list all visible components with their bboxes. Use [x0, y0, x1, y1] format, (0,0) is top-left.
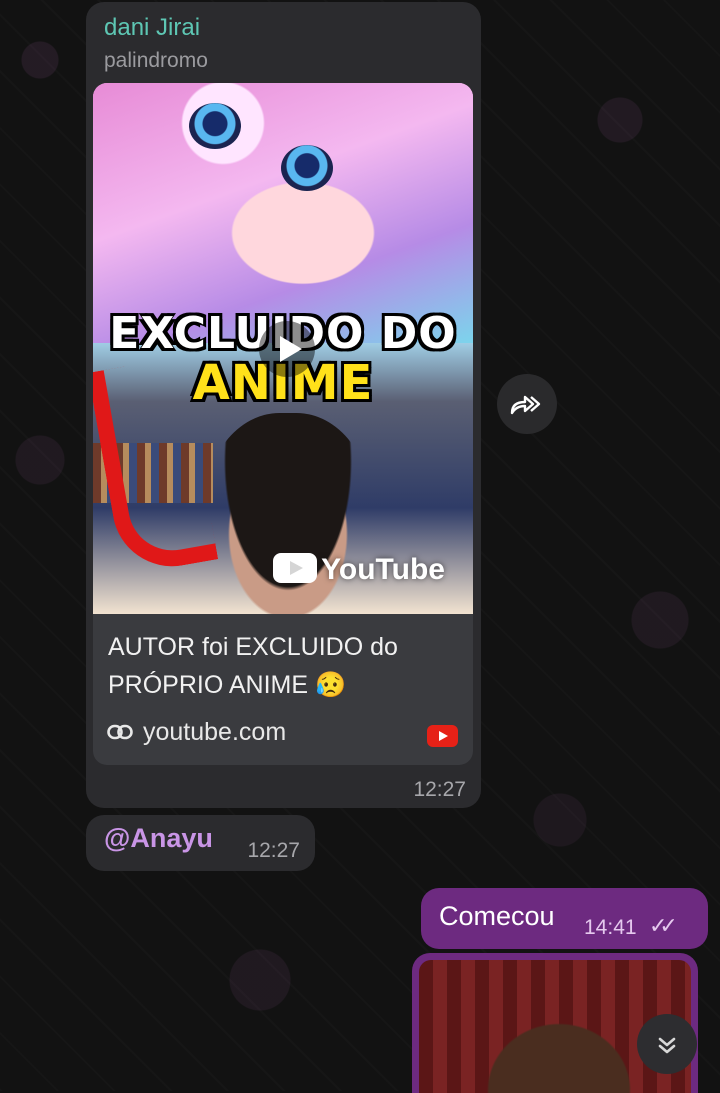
mention-message-bubble[interactable]: @Anayu 12:27	[86, 815, 315, 871]
forward-icon-svg	[510, 395, 541, 415]
sender-name[interactable]: dani Jirai	[104, 14, 200, 42]
link-title[interactable]: AUTOR foi EXCLUIDO do PRÓPRIO ANIME 😥	[108, 628, 448, 704]
scroll-down-button[interactable]	[637, 1014, 697, 1074]
message-text: Comecou	[439, 901, 555, 931]
message-time: 12:27	[247, 839, 300, 862]
video-thumbnail[interactable]: EXCLUIDO DO ANIME YouTube	[93, 83, 473, 614]
youtube-watermark-text: YouTube	[321, 553, 445, 586]
double-check-icon: ✓✓	[649, 913, 678, 938]
message-text: palindromo	[104, 49, 208, 72]
link-message-bubble[interactable]: dani Jirai palindromo EXCLUIDO DO ANIME …	[86, 2, 481, 808]
forward-icon	[509, 387, 545, 420]
outgoing-message-bubble[interactable]: Comecou 14:41 ✓✓	[421, 888, 708, 949]
message-time: 14:41	[584, 916, 637, 939]
thumbnail-art-eye	[281, 145, 333, 191]
link-icon-svg	[107, 724, 133, 740]
youtube-icon	[427, 725, 458, 747]
thumbnail-art	[93, 83, 473, 343]
link-domain-row[interactable]: youtube.com	[107, 718, 286, 747]
youtube-icon	[273, 553, 318, 583]
link-preview-card[interactable]: EXCLUIDO DO ANIME YouTube AUTOR foi EXCL…	[93, 83, 473, 765]
chevron-double-down-svg	[658, 1037, 676, 1054]
mention-link[interactable]: @Anayu	[104, 823, 213, 854]
youtube-watermark: YouTube	[273, 553, 445, 587]
chevron-double-down-icon	[655, 1029, 679, 1059]
forward-button[interactable]	[497, 374, 557, 434]
message-time: 12:27	[413, 778, 466, 801]
link-icon	[107, 718, 133, 747]
play-icon[interactable]	[259, 321, 315, 377]
thumbnail-art-eye	[189, 103, 241, 149]
link-domain: youtube.com	[143, 718, 287, 746]
